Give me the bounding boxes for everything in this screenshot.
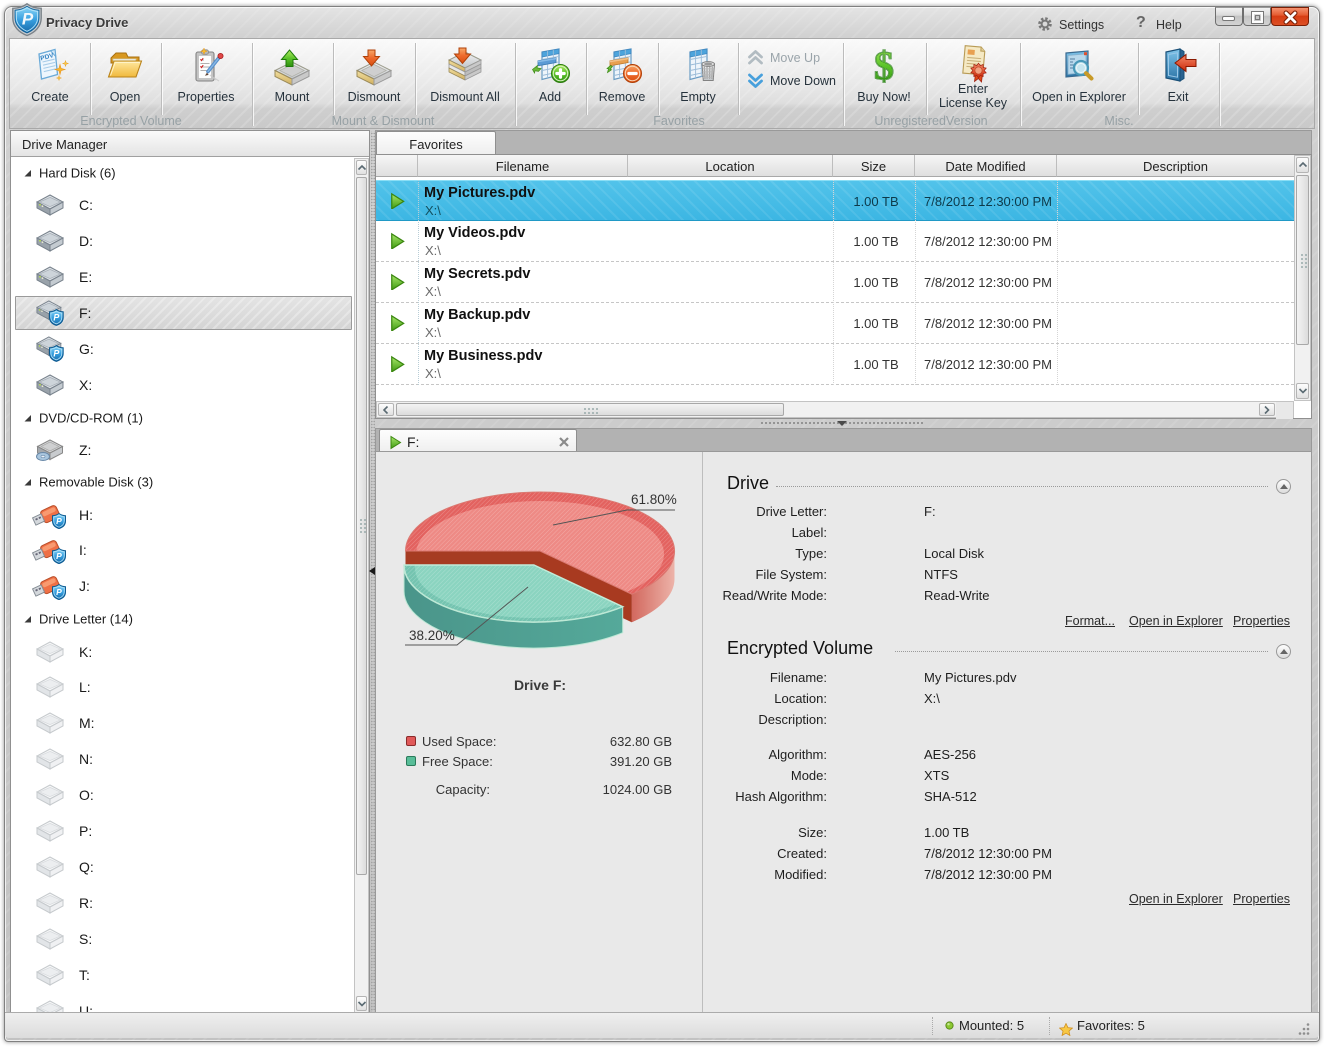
svg-text:38.20%: 38.20%: [409, 628, 455, 643]
